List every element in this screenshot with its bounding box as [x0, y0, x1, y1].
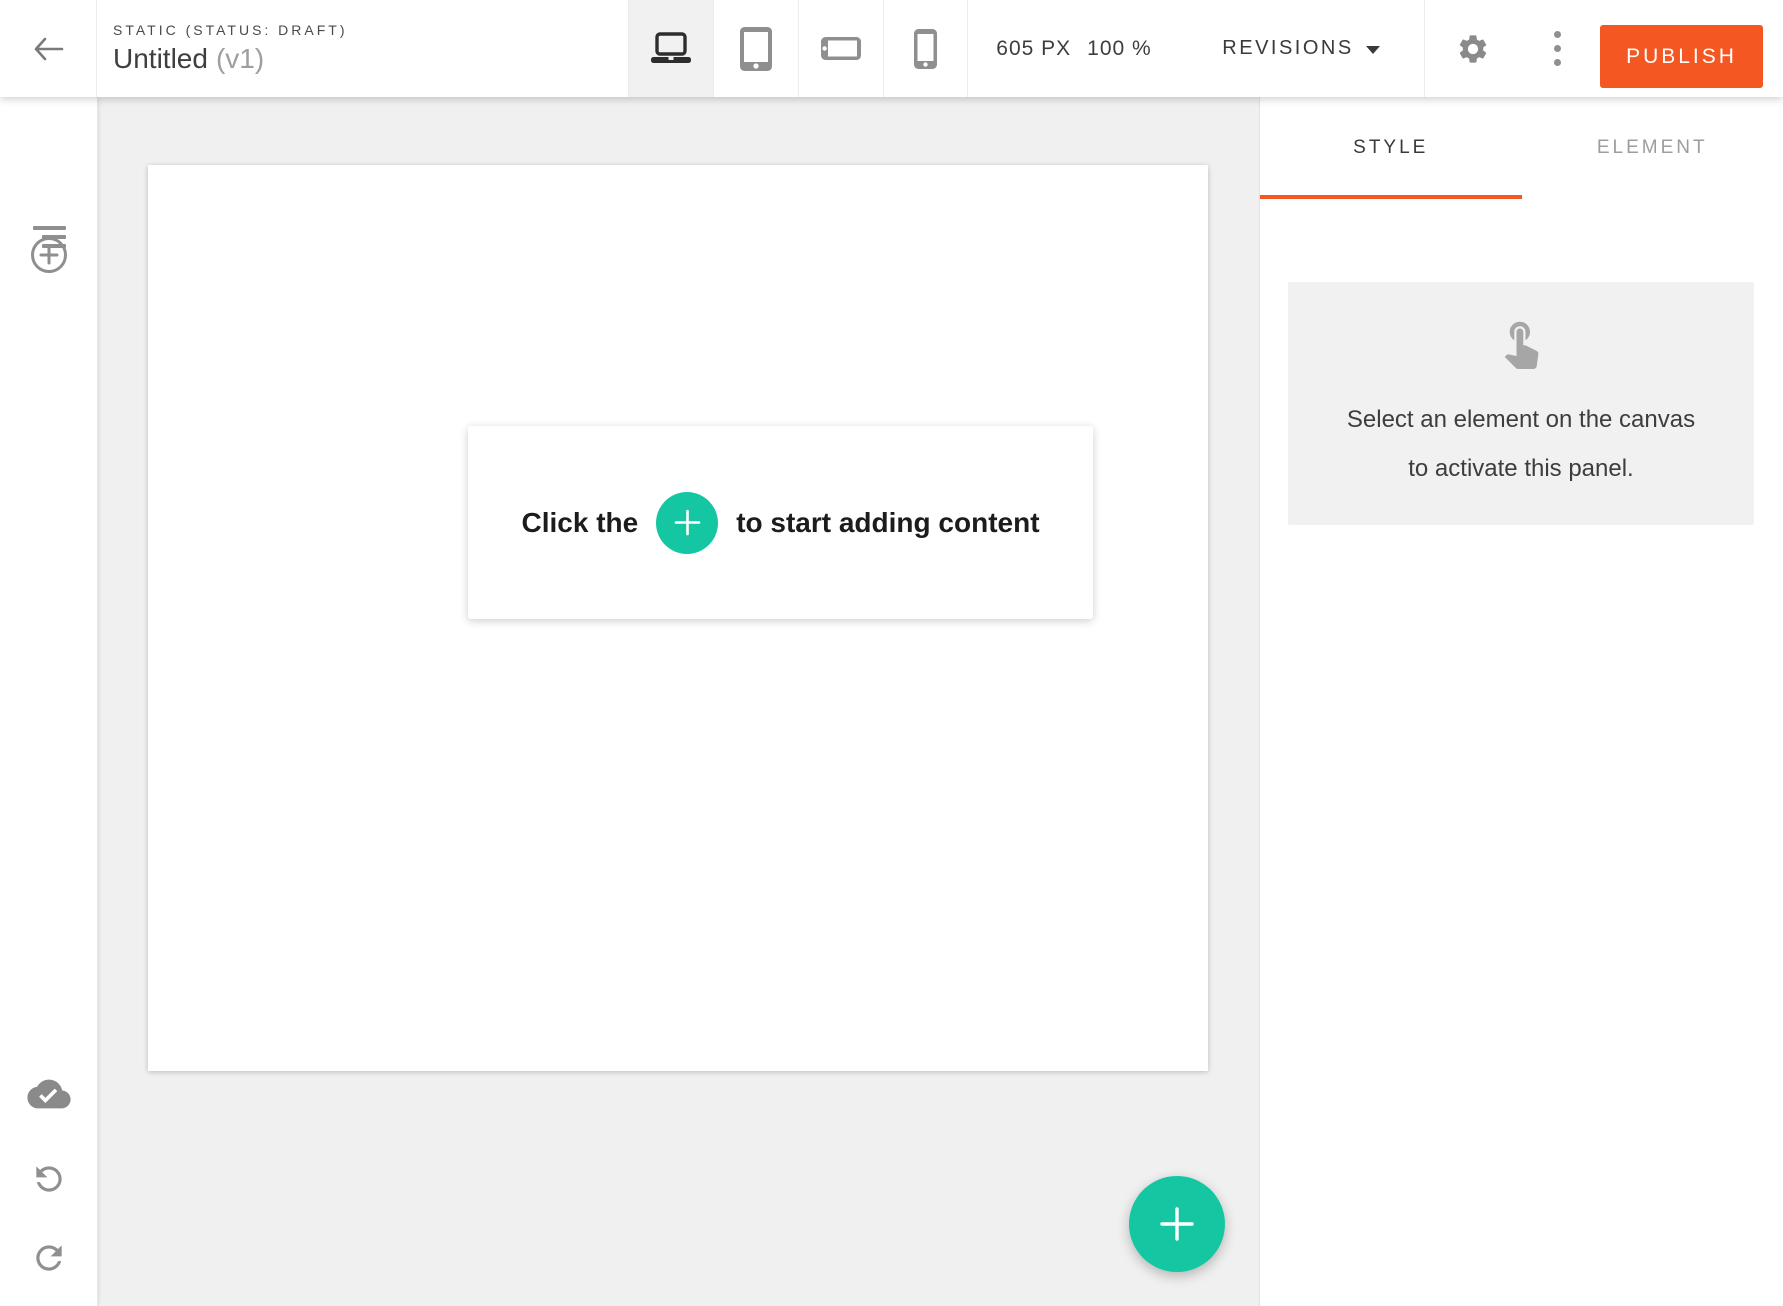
canvas-readouts: 605 PX 100 % [970, 0, 1178, 97]
overflow-menu-button[interactable] [1525, 0, 1589, 97]
empty-state-line1: Select an element on the canvas [1347, 395, 1695, 444]
settings-button[interactable] [1441, 0, 1505, 97]
tab-style[interactable]: STYLE [1260, 97, 1522, 199]
autosave-indicator [0, 1076, 98, 1112]
plus-icon [1158, 1205, 1196, 1243]
document-title-text: Untitled [113, 43, 208, 74]
left-toolbar [0, 97, 98, 1306]
cloud-check-icon [27, 1076, 71, 1112]
style-panel: STYLE ELEMENT Select an element on the c… [1259, 97, 1783, 1306]
kebab-menu-icon [1554, 31, 1561, 66]
device-button-phone-portrait[interactable] [883, 0, 968, 97]
back-button[interactable] [0, 0, 97, 97]
redo-button[interactable] [0, 1239, 98, 1277]
workspace: Click the to start adding content [98, 97, 1259, 1306]
device-button-phone-landscape[interactable] [798, 0, 883, 97]
undo-icon [30, 1160, 68, 1198]
undo-button[interactable] [0, 1160, 98, 1198]
page-width-readout: 605 PX [996, 37, 1071, 61]
zoom-level-readout: 100 % [1087, 37, 1152, 61]
panel-tabbar: STYLE ELEMENT [1260, 97, 1783, 199]
device-preview-group [628, 0, 968, 97]
device-button-desktop[interactable] [628, 0, 713, 97]
hint-text-prefix: Click the [521, 507, 638, 539]
laptop-icon [647, 32, 695, 66]
hint-text-suffix: to start adding content [736, 507, 1039, 539]
document-meta: STATIC (STATUS: DRAFT) Untitled (v1) [113, 0, 348, 97]
document-title[interactable]: Untitled (v1) [113, 43, 348, 75]
document-status-label: STATIC (STATUS: DRAFT) [113, 22, 348, 38]
revisions-dropdown[interactable]: REVISIONS [1178, 0, 1425, 97]
page-outline-button[interactable] [0, 226, 98, 248]
document-version: (v1) [216, 43, 264, 74]
plus-icon [674, 509, 701, 536]
tablet-icon [740, 27, 772, 71]
publish-button[interactable]: PUBLISH [1600, 25, 1763, 88]
editor-top-bar: STATIC (STATUS: DRAFT) Untitled (v1) [0, 0, 1783, 97]
phone-portrait-icon [914, 29, 937, 69]
revisions-label: REVISIONS [1222, 37, 1353, 60]
tab-element[interactable]: ELEMENT [1522, 97, 1783, 199]
add-content-fab[interactable] [1129, 1176, 1225, 1272]
caret-down-icon [1366, 46, 1380, 54]
panel-empty-state: Select an element on the canvas to activ… [1288, 282, 1754, 525]
empty-state-line2: to activate this panel. [1347, 444, 1695, 493]
phone-landscape-icon [821, 37, 861, 60]
redo-icon [30, 1239, 68, 1277]
empty-state-text: Select an element on the canvas to activ… [1347, 395, 1695, 493]
back-arrow-icon [32, 36, 64, 62]
gear-icon [1456, 32, 1490, 66]
touch-hand-icon [1494, 315, 1548, 369]
empty-hint-card: Click the to start adding content [468, 426, 1093, 619]
device-button-tablet[interactable] [713, 0, 798, 97]
outline-list-icon [33, 226, 66, 248]
hint-add-button[interactable] [656, 492, 718, 554]
